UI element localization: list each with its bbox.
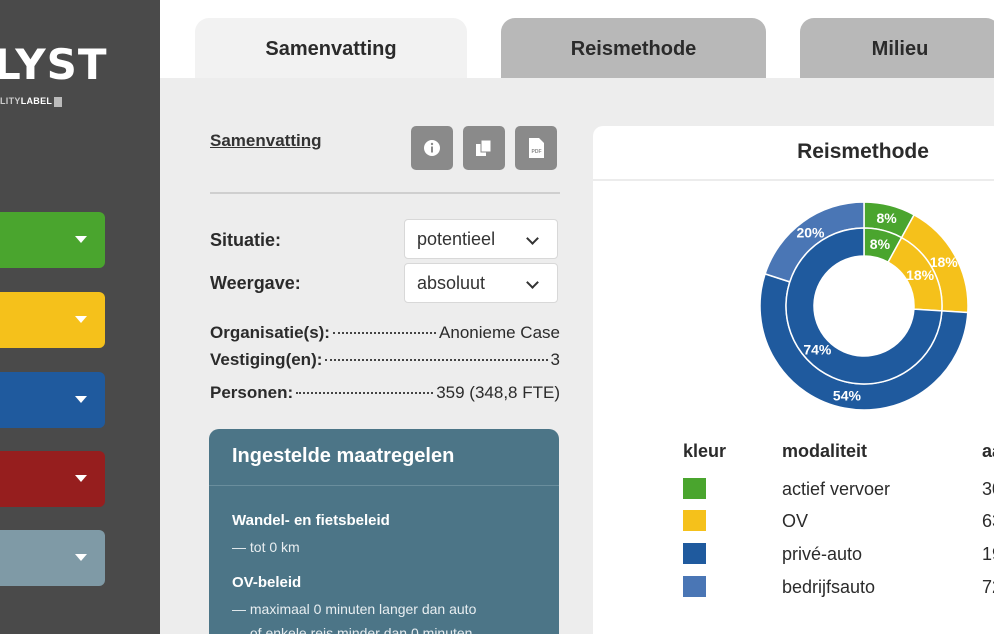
- situatie-label: Situatie:: [210, 230, 282, 250]
- measure-text: — of enkele reis minder dan 0 minuten: [232, 625, 473, 634]
- sidebar-button-green[interactable]: [0, 212, 105, 268]
- copy-button[interactable]: [463, 126, 505, 170]
- swatch-prive-auto: [683, 543, 706, 564]
- tab-reismethode[interactable]: Reismethode: [501, 18, 766, 78]
- mode-label: bedrijfsauto: [782, 577, 876, 597]
- weergave-value: absoluut: [417, 273, 486, 293]
- mode-amount: 30: [982, 479, 994, 499]
- sidebar-button-red[interactable]: [0, 451, 105, 507]
- measure-heading: OV-beleid: [232, 574, 302, 591]
- logo: LYST: [0, 40, 108, 89]
- mode-amount: 19: [982, 544, 994, 564]
- weergave-label: Weergave:: [210, 273, 301, 293]
- sidebar-button-grey[interactable]: [0, 530, 105, 586]
- mode-amount: 72: [982, 577, 994, 597]
- mode-label: privé-auto: [782, 544, 863, 564]
- chevron-down-icon: [526, 276, 539, 289]
- chevron-down-icon: [526, 232, 539, 245]
- sidebar-button-blue[interactable]: [0, 372, 105, 428]
- reismethode-title: Reismethode: [797, 140, 929, 163]
- info-icon: [424, 140, 440, 156]
- sidebar-button-yellow[interactable]: [0, 292, 105, 348]
- vestiging-row: Vestiging(en): 3: [210, 350, 560, 369]
- personen-row: Personen: 359 (348,8 FTE): [210, 383, 560, 402]
- organisatie-row: Organisatie(s): Anonieme Case: [210, 323, 560, 342]
- tab-milieu[interactable]: Milieu: [800, 18, 994, 78]
- measure-heading: Wandel- en fietsbeleid: [232, 512, 390, 529]
- card-divider: [593, 179, 994, 181]
- copy-icon: [476, 139, 492, 156]
- label-icon: [54, 96, 63, 107]
- pdf-icon: PDF: [529, 138, 544, 158]
- header-aantal: aa: [982, 441, 994, 461]
- caret-down-icon: [75, 396, 87, 403]
- measure-text: — maximaal 0 minuten langer dan auto: [232, 601, 477, 617]
- summary-title: Samenvatting: [210, 131, 322, 150]
- logo-sublabel: LITYLABEL: [0, 96, 63, 107]
- info-button[interactable]: [411, 126, 453, 170]
- caret-down-icon: [75, 554, 87, 561]
- sidebar: LYST LITYLABEL: [0, 0, 160, 634]
- weergave-select[interactable]: absoluut: [404, 263, 558, 303]
- situatie-select[interactable]: potentieel: [404, 219, 558, 259]
- header-modaliteit: modaliteit: [782, 441, 868, 461]
- summary-divider: [210, 192, 560, 194]
- mode-amount: 63: [982, 511, 994, 531]
- swatch-actief-vervoer: [683, 478, 706, 499]
- measures-title: Ingestelde maatregelen: [232, 445, 455, 467]
- mode-label: actief vervoer: [782, 479, 891, 499]
- svg-text:PDF: PDF: [532, 149, 542, 155]
- measures-divider: [209, 485, 559, 486]
- tab-samenvatting[interactable]: Samenvatting: [195, 18, 467, 78]
- swatch-bedrijfsauto: [683, 576, 706, 597]
- pdf-button[interactable]: PDF: [515, 126, 557, 170]
- mode-label: OV: [782, 511, 809, 531]
- measure-text: — tot 0 km: [232, 539, 300, 555]
- header-kleur: kleur: [683, 441, 727, 461]
- swatch-ov: [683, 510, 706, 531]
- caret-down-icon: [75, 475, 87, 482]
- situatie-value: potentieel: [417, 229, 496, 249]
- caret-down-icon: [75, 236, 87, 243]
- measures-panel: Ingestelde maatregelen Wandel- en fietsb…: [209, 429, 559, 634]
- caret-down-icon: [75, 316, 87, 323]
